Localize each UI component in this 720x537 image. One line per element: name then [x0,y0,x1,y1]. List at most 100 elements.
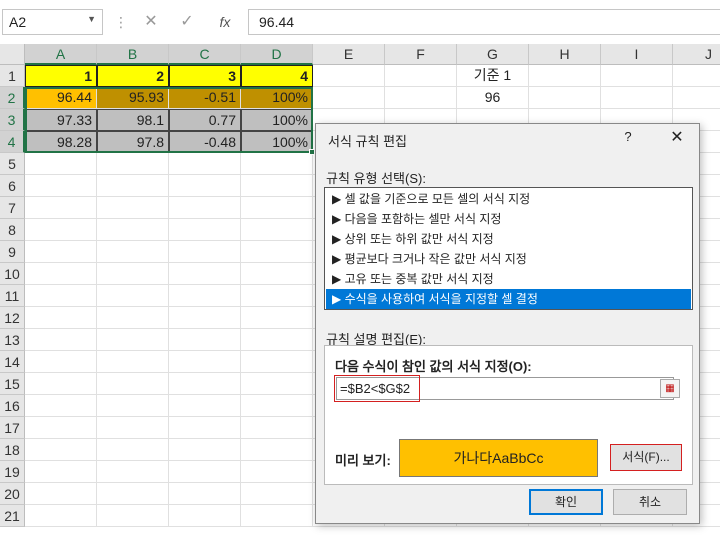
row-header-20[interactable]: 20 [0,483,25,505]
row-header-11[interactable]: 11 [0,285,25,307]
rule-type-item[interactable]: ▶ 고유 또는 중복 값만 서식 지정 [326,269,691,289]
cell-h1[interactable] [529,65,601,87]
row-header-16[interactable]: 16 [0,395,25,417]
row-header-3[interactable]: 3 [0,109,25,131]
cell-b18[interactable] [97,439,169,461]
cell-d4[interactable]: 100% [241,131,313,153]
cell-a9[interactable] [25,241,97,263]
cell-a14[interactable] [25,351,97,373]
cell-f1[interactable] [385,65,457,87]
cell-d18[interactable] [241,439,313,461]
cell-b21[interactable] [97,505,169,527]
column-header-e[interactable]: E [313,44,385,65]
row-header-21[interactable]: 21 [0,505,25,527]
cell-d21[interactable] [241,505,313,527]
insert-function-icon[interactable]: fx [212,11,238,33]
cell-c20[interactable] [169,483,241,505]
row-header-2[interactable]: 2 [0,87,25,109]
cell-a18[interactable] [25,439,97,461]
cell-e1[interactable] [313,65,385,87]
formula-input[interactable]: 96.44 [248,9,720,35]
row-header-7[interactable]: 7 [0,197,25,219]
cell-b20[interactable] [97,483,169,505]
chevron-down-icon[interactable]: ▼ [87,14,96,24]
cell-a17[interactable] [25,417,97,439]
confirm-entry-icon[interactable]: ✓ [176,11,198,33]
row-header-19[interactable]: 19 [0,461,25,483]
row-header-6[interactable]: 6 [0,175,25,197]
cell-c9[interactable] [169,241,241,263]
row-header-12[interactable]: 12 [0,307,25,329]
cell-i1[interactable] [601,65,673,87]
cell-d10[interactable] [241,263,313,285]
column-header-f[interactable]: F [385,44,457,65]
cell-d8[interactable] [241,219,313,241]
cell-a4[interactable]: 98.28 [25,131,97,153]
cell-c11[interactable] [169,285,241,307]
row-header-18[interactable]: 18 [0,439,25,461]
rule-type-item[interactable]: ▶ 평균보다 크거나 작은 값만 서식 지정 [326,249,691,269]
cell-a19[interactable] [25,461,97,483]
row-header-5[interactable]: 5 [0,153,25,175]
row-header-9[interactable]: 9 [0,241,25,263]
cell-d9[interactable] [241,241,313,263]
cell-b16[interactable] [97,395,169,417]
cancel-button[interactable]: 취소 [613,489,687,515]
cell-d5[interactable] [241,153,313,175]
column-header-b[interactable]: B [97,44,169,65]
row-header-4[interactable]: 4 [0,131,25,153]
cell-h2[interactable] [529,87,601,109]
cell-e2[interactable] [313,87,385,109]
cell-j1[interactable] [673,65,720,87]
cell-d15[interactable] [241,373,313,395]
rule-type-list[interactable]: ▶ 셀 값을 기준으로 모든 셀의 서식 지정 ▶ 다음을 포함하는 셀만 서식 … [324,187,693,310]
cell-d7[interactable] [241,197,313,219]
cell-c14[interactable] [169,351,241,373]
select-all-corner[interactable] [0,44,25,65]
cell-f2[interactable] [385,87,457,109]
cell-c7[interactable] [169,197,241,219]
cell-d17[interactable] [241,417,313,439]
collapse-dialog-icon[interactable]: ▦ [660,379,680,398]
cell-d14[interactable] [241,351,313,373]
cell-b11[interactable] [97,285,169,307]
cell-c13[interactable] [169,329,241,351]
cell-i2[interactable] [601,87,673,109]
cell-b4[interactable]: 97.8 [97,131,169,153]
cell-b13[interactable] [97,329,169,351]
column-header-a[interactable]: A [25,44,97,65]
name-box[interactable]: A2 ▼ [2,9,103,35]
close-icon[interactable]: ✕ [666,127,688,147]
row-header-17[interactable]: 17 [0,417,25,439]
cell-b17[interactable] [97,417,169,439]
cell-g1[interactable]: 기준 1 [457,65,529,87]
cell-b8[interactable] [97,219,169,241]
cell-a21[interactable] [25,505,97,527]
cell-d20[interactable] [241,483,313,505]
cell-b14[interactable] [97,351,169,373]
cell-b15[interactable] [97,373,169,395]
rule-type-item[interactable]: ▶ 수식을 사용하여 서식을 지정할 셀 결정 [326,289,691,309]
cell-a11[interactable] [25,285,97,307]
cell-c6[interactable] [169,175,241,197]
cell-b6[interactable] [97,175,169,197]
cell-c12[interactable] [169,307,241,329]
cell-a10[interactable] [25,263,97,285]
cell-a13[interactable] [25,329,97,351]
help-icon[interactable]: ? [619,129,637,144]
ok-button[interactable]: 확인 [529,489,603,515]
column-header-h[interactable]: H [529,44,601,65]
cell-d13[interactable] [241,329,313,351]
cell-c2[interactable]: -0.51 [169,87,241,109]
cell-c5[interactable] [169,153,241,175]
cell-b2[interactable]: 95.93 [97,87,169,109]
column-header-c[interactable]: C [169,44,241,65]
cell-a12[interactable] [25,307,97,329]
row-header-8[interactable]: 8 [0,219,25,241]
cell-d2[interactable]: 100% [241,87,313,109]
column-header-i[interactable]: I [601,44,673,65]
cell-a6[interactable] [25,175,97,197]
cell-a8[interactable] [25,219,97,241]
cell-d1[interactable]: 4 [241,65,313,87]
column-header-g[interactable]: G [457,44,529,65]
